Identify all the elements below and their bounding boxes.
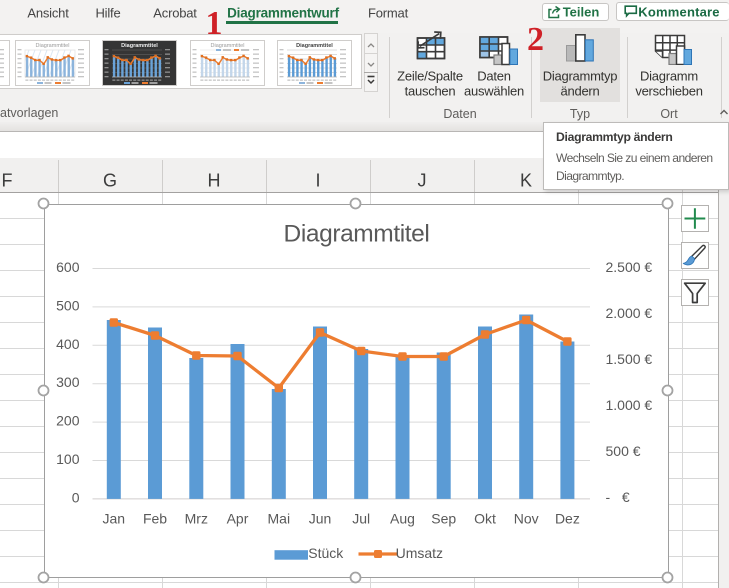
svg-text:1.000 €: 1.000 € [605,397,652,413]
svg-text:Diagrammtitel: Diagrammtitel [283,220,429,247]
svg-text:400: 400 [56,335,80,351]
svg-text:- €: - € [605,489,629,505]
svg-text:Mrz: Mrz [184,510,207,526]
svg-text:300: 300 [56,374,80,390]
svg-text:Mai: Mai [267,510,290,526]
svg-text:Apr: Apr [226,510,248,526]
svg-text:Dez: Dez [554,510,579,526]
svg-text:500 €: 500 € [605,443,640,459]
svg-text:100: 100 [56,451,80,467]
svg-text:Stück: Stück [308,544,344,560]
svg-text:0: 0 [71,489,79,505]
svg-text:Aug: Aug [390,510,415,526]
svg-text:Sep: Sep [431,510,456,526]
svg-text:Jan: Jan [102,510,125,526]
svg-text:1.500 €: 1.500 € [605,351,652,367]
svg-text:2.000 €: 2.000 € [605,305,652,321]
svg-text:Jul: Jul [352,510,370,526]
svg-text:Diagrammtitel: Diagrammtitel [210,43,244,49]
svg-text:Nov: Nov [513,510,538,526]
svg-text:500: 500 [56,297,80,313]
svg-text:2.500 €: 2.500 € [605,259,652,275]
svg-text:Diagrammtitel: Diagrammtitel [35,43,69,49]
svg-text:200: 200 [56,412,80,428]
svg-text:600: 600 [56,259,80,275]
svg-text:Jun: Jun [308,510,331,526]
svg-text:Okt: Okt [474,510,496,526]
svg-text:Diagrammtitel: Diagrammtitel [121,43,158,49]
svg-text:Diagrammtitel: Diagrammtitel [297,43,334,49]
svg-text:Umsatz: Umsatz [395,544,442,560]
svg-text:Feb: Feb [142,510,166,526]
